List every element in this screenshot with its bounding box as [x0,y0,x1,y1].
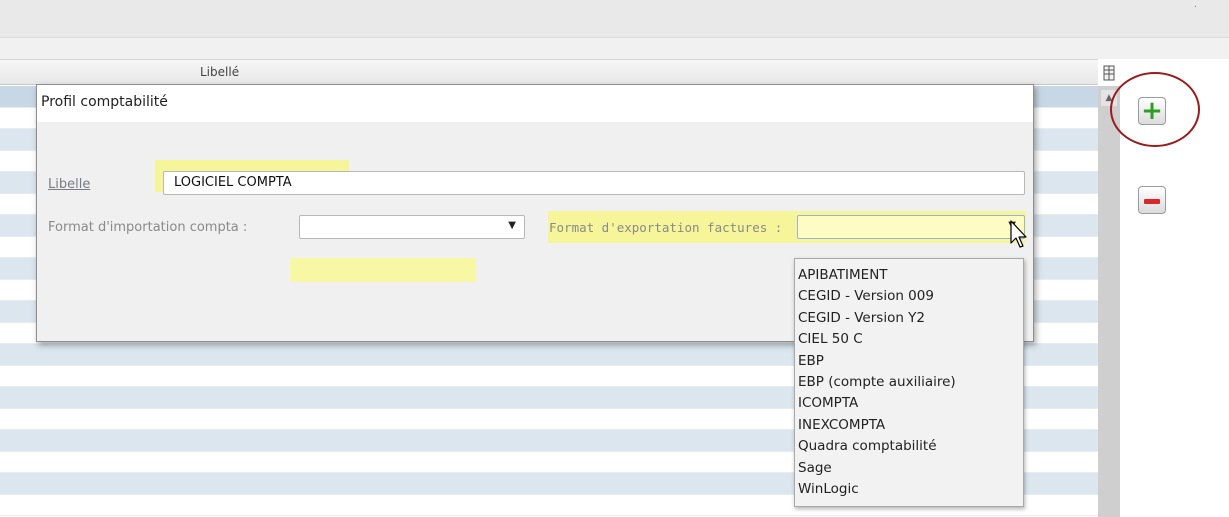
window-dots: · [1193,2,1197,13]
export-format-select[interactable]: ▼ [797,215,1025,239]
mouse-cursor-icon [1010,220,1027,248]
dropdown-option[interactable]: CIEL 50 C [795,329,1023,350]
remove-button[interactable] [1138,186,1166,214]
column-header-libelle[interactable]: Libellé [200,65,239,79]
export-format-label: Format d'exportation factures : [549,220,783,235]
libelle-text-highlight [290,258,476,282]
import-format-label: Format d'importation compta : [48,220,248,235]
grid-scrollbar[interactable] [1098,86,1120,517]
libelle-value: LOGICIEL COMPTA [174,175,292,190]
export-format-dropdown[interactable]: APIBATIMENT CEGID - Version 009 CEGID - … [794,258,1024,507]
dialog-title: Profil comptabilité [37,85,1033,122]
dropdown-option[interactable]: Sage [795,458,1023,479]
dropdown-option[interactable]: WinLogic [795,479,1023,500]
dropdown-option[interactable]: ICOMPTA [795,393,1023,414]
dropdown-option[interactable]: INEXCOMPTA [795,415,1023,436]
libelle-label[interactable]: Libelle [48,177,90,192]
dropdown-option[interactable]: Quadra comptabilité [795,436,1023,457]
top-bar: · [0,0,1229,37]
column-chooser-icon[interactable] [1099,62,1119,84]
import-format-select[interactable]: ▼ [299,215,525,239]
chevron-down-icon[interactable]: ▼ [508,220,516,231]
dropdown-option[interactable]: CEGID - Version 009 [795,286,1023,307]
dropdown-option[interactable]: EBP (compte auxiliaire) [795,372,1023,393]
toolbar-strip [0,37,1229,59]
minus-icon [1144,199,1160,204]
dropdown-option[interactable]: CEGID - Version Y2 [795,308,1023,329]
dropdown-option[interactable]: APIBATIMENT [795,265,1023,286]
grid-header: Libellé [0,59,1098,85]
add-button[interactable]: + [1138,97,1166,125]
libelle-field[interactable]: LOGICIEL COMPTA [163,171,1025,282]
dropdown-option[interactable]: EBP [795,351,1023,372]
plus-icon: + [1141,96,1163,126]
